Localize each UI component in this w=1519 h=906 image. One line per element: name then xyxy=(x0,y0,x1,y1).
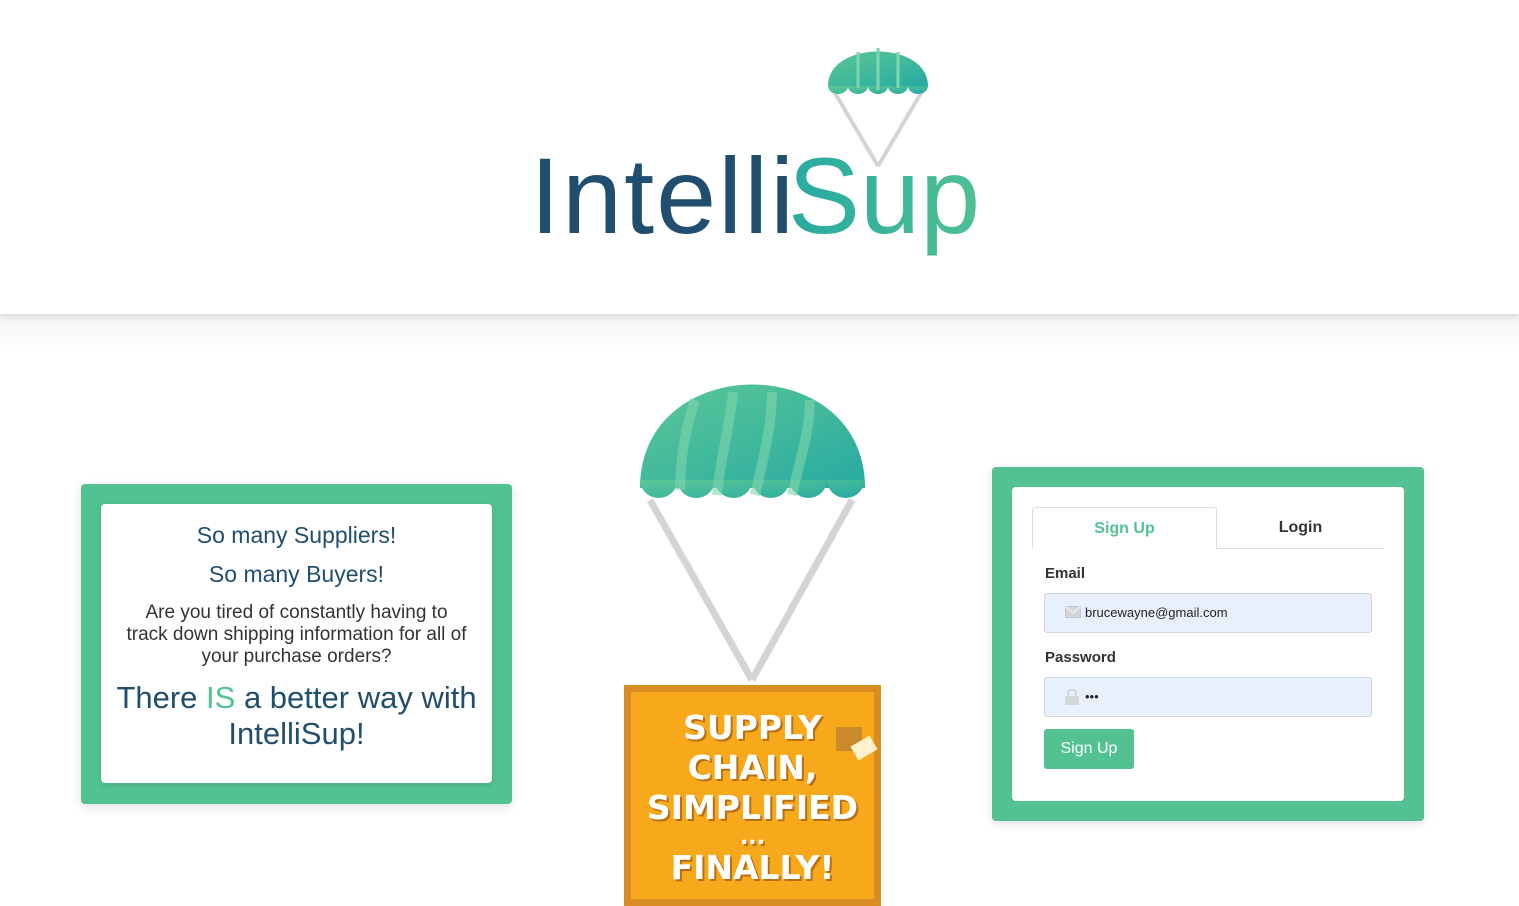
auth-tabs: Sign Up Login xyxy=(1032,507,1384,549)
tagline-part1: There xyxy=(116,680,207,715)
tab-login[interactable]: Login xyxy=(1217,507,1384,548)
lock-icon xyxy=(1065,689,1079,705)
password-label: Password xyxy=(1045,649,1116,666)
crate-line-1: SUPPLY xyxy=(683,708,822,747)
info-card: So many Suppliers! So many Buyers! Are y… xyxy=(81,484,512,804)
email-value: brucewayne@gmail.com xyxy=(1085,605,1228,620)
password-value: ••• xyxy=(1085,689,1099,704)
tagline-emphasis: IS xyxy=(206,680,236,715)
envelope-icon xyxy=(1065,606,1081,618)
crate-line-2: CHAIN, xyxy=(687,748,818,787)
buyers-heading: So many Buyers! xyxy=(208,561,385,587)
crate-text: SUPPLY CHAIN, SIMPLIFIED ... FINALLY! xyxy=(631,708,874,888)
header-shadow xyxy=(0,314,1519,354)
crate-line-3: SIMPLIFIED xyxy=(646,788,859,827)
info-card-content: So many Suppliers! So many Buyers! Are y… xyxy=(101,504,492,783)
auth-card: Sign Up Login Email brucewayne@gmail.com… xyxy=(992,467,1424,821)
intellisup-logo[interactable]: Intelli Sup xyxy=(520,28,980,268)
tab-sign-up[interactable]: Sign Up xyxy=(1032,507,1217,549)
suppliers-heading: So many Suppliers! xyxy=(196,522,397,548)
logo-text-intelli: Intelli xyxy=(530,135,796,256)
tagline-part2: a better way with IntelliSup! xyxy=(228,680,477,751)
sign-up-button[interactable]: Sign Up xyxy=(1044,729,1134,769)
crate-line-4: FINALLY! xyxy=(670,848,835,887)
email-label: Email xyxy=(1045,565,1086,582)
password-field[interactable]: ••• xyxy=(1044,677,1372,717)
site-header: Intelli Sup xyxy=(0,0,1519,314)
supply-chain-crate: SUPPLY CHAIN, SIMPLIFIED ... FINALLY! xyxy=(624,685,881,906)
tagline: There IS a better way with IntelliSup! xyxy=(101,680,492,752)
info-paragraph: Are you tired of constantly having to tr… xyxy=(126,602,467,667)
email-field[interactable]: brucewayne@gmail.com xyxy=(1044,593,1372,633)
auth-form: Sign Up Login Email brucewayne@gmail.com… xyxy=(1012,487,1404,801)
logo-text-sup: Sup xyxy=(788,135,980,256)
parachute-illustration-icon xyxy=(640,384,865,682)
crate-dots: ... xyxy=(739,825,766,850)
